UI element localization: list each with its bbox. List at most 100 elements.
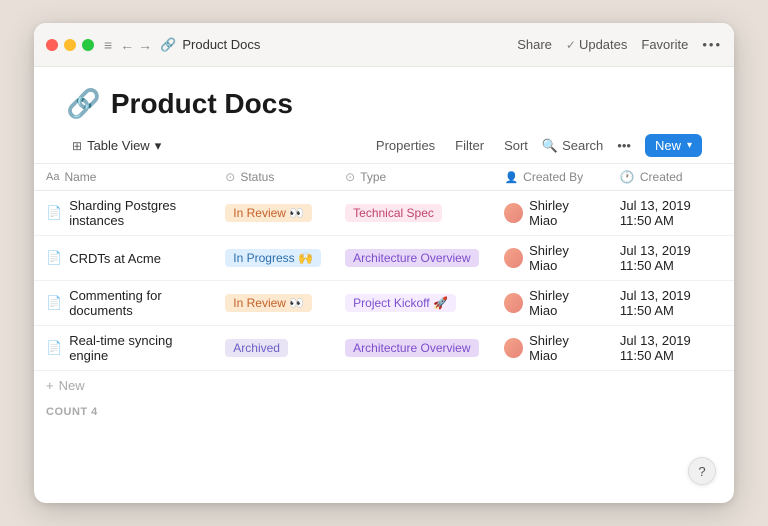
row-name: Sharding Postgres instances bbox=[69, 198, 201, 228]
row-name: Commenting for documents bbox=[69, 288, 201, 318]
cell-created-by: Shirley Miao bbox=[492, 326, 607, 371]
search-label: Search bbox=[562, 138, 603, 153]
status-badge: Archived bbox=[225, 339, 288, 357]
menu-icon[interactable]: ≡ bbox=[104, 37, 112, 53]
cell-type: Architecture Overview bbox=[333, 236, 492, 281]
filter-button[interactable]: Filter bbox=[449, 135, 490, 156]
count-row: COUNT 4 bbox=[34, 400, 734, 424]
avatar bbox=[504, 203, 523, 223]
page-title-icon: 🔗 bbox=[66, 87, 101, 120]
forward-button[interactable]: → bbox=[138, 37, 152, 53]
col-header-created-by: 👤 Created By bbox=[492, 164, 607, 191]
data-table: Aa Name ⊙ Status bbox=[34, 164, 734, 371]
view-toggle[interactable]: ⊞ Table View ▾ bbox=[66, 135, 167, 157]
maximize-button[interactable] bbox=[82, 39, 94, 51]
avatar bbox=[504, 293, 523, 313]
type-badge: Project Kickoff 🚀 bbox=[345, 294, 456, 312]
properties-button[interactable]: Properties bbox=[370, 135, 441, 156]
created-by-name: Shirley Miao bbox=[529, 333, 596, 363]
table-body: 📄 Sharding Postgres instances In Review … bbox=[34, 191, 734, 371]
created-date: Jul 13, 2019 11:50 AM bbox=[620, 333, 691, 363]
cell-status: In Review 👀 bbox=[213, 281, 333, 326]
toolbar-actions: Properties Filter Sort 🔍 Search ••• New … bbox=[370, 134, 702, 157]
cell-created: Jul 13, 2019 11:50 AM bbox=[608, 191, 734, 236]
person-icon: Aa bbox=[46, 171, 59, 183]
new-label: New bbox=[655, 138, 681, 153]
search-icon: 🔍 bbox=[542, 138, 558, 154]
titlebar-title: 🔗 Product Docs bbox=[160, 37, 260, 53]
updates-label: Updates bbox=[579, 37, 627, 52]
person-col-icon: 👤 bbox=[504, 171, 518, 184]
content: 🔗 Product Docs ⊞ Table View ▾ Properties… bbox=[34, 67, 734, 503]
cell-name: 📄 Commenting for documents bbox=[34, 281, 213, 326]
cell-created: Jul 13, 2019 11:50 AM bbox=[608, 326, 734, 371]
view-label: Table View bbox=[87, 138, 150, 153]
table-row[interactable]: 📄 CRDTs at Acme In Progress 🙌 Architectu… bbox=[34, 236, 734, 281]
count-label: COUNT bbox=[46, 406, 88, 418]
document-icon: 📄 bbox=[46, 250, 62, 266]
chevron-down-icon: ▾ bbox=[687, 140, 692, 151]
row-name: Real-time syncing engine bbox=[69, 333, 201, 363]
toolbar: ⊞ Table View ▾ Properties Filter Sort 🔍 … bbox=[34, 128, 734, 164]
page-icon: 🔗 bbox=[160, 37, 176, 53]
cell-status: In Review 👀 bbox=[213, 191, 333, 236]
minimize-button[interactable] bbox=[64, 39, 76, 51]
type-col-icon: ⊙ bbox=[345, 170, 355, 184]
cell-created-by: Shirley Miao bbox=[492, 191, 607, 236]
cell-type: Project Kickoff 🚀 bbox=[333, 281, 492, 326]
document-icon: 📄 bbox=[46, 205, 62, 221]
traffic-lights bbox=[46, 39, 94, 51]
created-by-name: Shirley Miao bbox=[529, 288, 596, 318]
table-row[interactable]: 📄 Commenting for documents In Review 👀 P… bbox=[34, 281, 734, 326]
col-header-type: ⊙ Type bbox=[333, 164, 492, 191]
cell-status: Archived bbox=[213, 326, 333, 371]
col-header-created: 🕐 Created bbox=[608, 164, 734, 191]
titlebar-title-text: Product Docs bbox=[182, 37, 260, 52]
favorite-button[interactable]: Favorite bbox=[641, 37, 688, 52]
updates-button[interactable]: ✓ Updates bbox=[566, 37, 627, 52]
table-row[interactable]: 📄 Real-time syncing engine Archived Arch… bbox=[34, 326, 734, 371]
cell-name: 📄 CRDTs at Acme bbox=[34, 236, 213, 281]
table-icon: ⊞ bbox=[72, 139, 82, 153]
document-icon: 📄 bbox=[46, 340, 62, 356]
created-by-name: Shirley Miao bbox=[529, 198, 596, 228]
type-badge: Technical Spec bbox=[345, 204, 442, 222]
sort-button[interactable]: Sort bbox=[498, 135, 534, 156]
count-value: 4 bbox=[91, 406, 98, 418]
cell-created-by: Shirley Miao bbox=[492, 281, 607, 326]
cell-name: 📄 Sharding Postgres instances bbox=[34, 191, 213, 236]
check-icon: ✓ bbox=[566, 38, 576, 52]
more-button[interactable]: ••• bbox=[702, 37, 722, 52]
help-button[interactable]: ? bbox=[688, 457, 716, 485]
col-header-status: ⊙ Status bbox=[213, 164, 333, 191]
clock-col-icon: 🕐 bbox=[620, 170, 635, 184]
document-icon: 📄 bbox=[46, 295, 62, 311]
created-date: Jul 13, 2019 11:50 AM bbox=[620, 198, 691, 228]
page-title: 🔗 Product Docs bbox=[66, 87, 702, 120]
cell-name: 📄 Real-time syncing engine bbox=[34, 326, 213, 371]
table-container: Aa Name ⊙ Status bbox=[34, 164, 734, 503]
status-badge: In Progress 🙌 bbox=[225, 249, 321, 267]
share-button[interactable]: Share bbox=[517, 37, 552, 52]
more-toolbar-button[interactable]: ••• bbox=[611, 135, 637, 156]
cell-type: Technical Spec bbox=[333, 191, 492, 236]
row-name: CRDTs at Acme bbox=[69, 251, 161, 266]
search-button[interactable]: 🔍 Search bbox=[542, 138, 603, 154]
col-header-name: Aa Name bbox=[34, 164, 213, 191]
type-badge: Architecture Overview bbox=[345, 339, 478, 357]
titlebar-actions: Share ✓ Updates Favorite ••• bbox=[517, 37, 722, 52]
table-row[interactable]: 📄 Sharding Postgres instances In Review … bbox=[34, 191, 734, 236]
titlebar: ≡ ← → 🔗 Product Docs Share ✓ Updates Fav… bbox=[34, 23, 734, 67]
nav-arrows: ← → bbox=[120, 37, 152, 53]
add-new-row[interactable]: + New bbox=[34, 371, 734, 400]
chevron-down-icon: ▾ bbox=[155, 138, 162, 154]
close-button[interactable] bbox=[46, 39, 58, 51]
plus-icon: + bbox=[46, 378, 54, 393]
table-header-row: Aa Name ⊙ Status bbox=[34, 164, 734, 191]
cell-created-by: Shirley Miao bbox=[492, 236, 607, 281]
new-button[interactable]: New ▾ bbox=[645, 134, 702, 157]
page-header: 🔗 Product Docs bbox=[34, 67, 734, 128]
avatar bbox=[504, 248, 523, 268]
back-button[interactable]: ← bbox=[120, 37, 134, 53]
type-badge: Architecture Overview bbox=[345, 249, 478, 267]
